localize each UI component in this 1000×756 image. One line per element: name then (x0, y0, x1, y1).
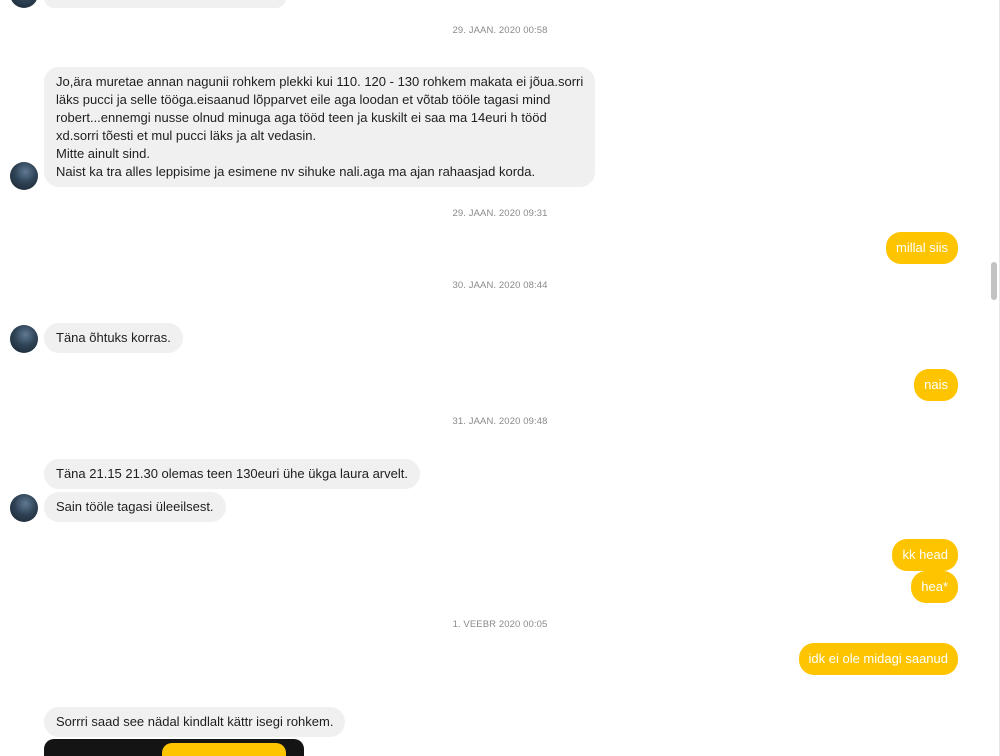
outgoing-message[interactable]: hea* (911, 571, 958, 603)
outgoing-message[interactable]: millal siis (886, 232, 958, 264)
incoming-message[interactable]: Sain tööle tagasi üleeilsest. (44, 492, 226, 522)
image-attachment[interactable] (44, 739, 304, 756)
timestamp: 29. JAAN. 2020 00:58 (452, 25, 548, 36)
contact-avatar[interactable] (10, 325, 38, 353)
message-line: Mitte ainult sind. (56, 146, 150, 161)
message-line: robert...ennemgi nusse olnud minuga aga … (56, 110, 547, 125)
incoming-message[interactable]: Täna 21.15 21.30 olemas teen 130euri ühe… (44, 459, 420, 489)
incoming-message[interactable]: Sorrri saad see nädal kindlalt kättr ise… (44, 707, 346, 737)
timestamp: 30. JAAN. 2020 08:44 (452, 280, 548, 291)
timestamp: 1. VEEBR 2020 00:05 (452, 619, 548, 630)
incoming-message[interactable]: Jo,ära muretae annan nagunii rohkem plek… (44, 67, 596, 187)
image-content (162, 743, 286, 756)
timestamp: 31. JAAN. 2020 09:48 (452, 416, 548, 427)
message-line: Naist ka tra alles leppisime ja esimene … (56, 164, 536, 179)
message-line: Jo,ära muretae annan nagunii rohkem plek… (56, 74, 584, 89)
outgoing-message[interactable]: idk ei ole midagi saanud (798, 643, 958, 675)
outgoing-message[interactable]: kk head (892, 539, 958, 571)
previous-message-bubble (44, 0, 286, 8)
scrollbar-thumb[interactable] (991, 262, 997, 300)
contact-avatar[interactable] (10, 162, 38, 190)
message-line: xd.sorri tõesti et mul pucci läks ja alt… (56, 128, 317, 143)
chat-thread[interactable]: 29. JAAN. 2020 00:58 Jo,ära muretae anna… (0, 0, 988, 756)
contact-avatar[interactable] (10, 0, 38, 8)
contact-avatar[interactable] (10, 494, 38, 522)
outgoing-message[interactable]: nais (914, 369, 958, 401)
timestamp: 29. JAAN. 2020 09:31 (452, 208, 548, 219)
message-line: läks pucci ja selle tööga.eisaanud lõppa… (56, 92, 551, 107)
incoming-message[interactable]: Täna õhtuks korras. (44, 323, 183, 353)
